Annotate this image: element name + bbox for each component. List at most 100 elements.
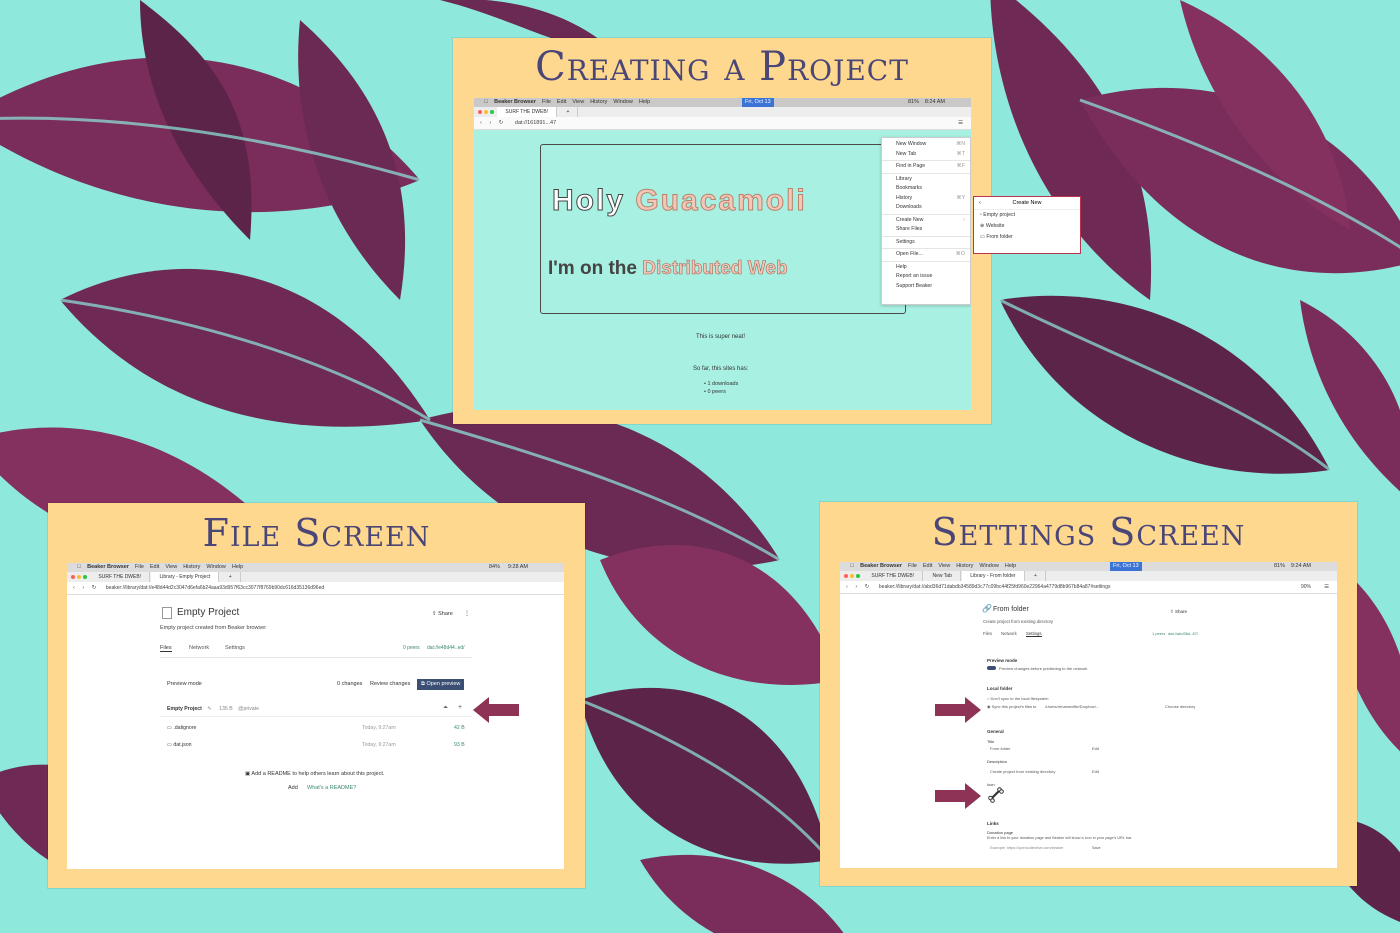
new-tab-button[interactable]: +: [1026, 571, 1046, 581]
open-preview-button[interactable]: ⧉ Open preview: [417, 679, 465, 690]
reload-icon[interactable]: ↻: [92, 585, 97, 591]
menu-item-create-new[interactable]: Create New ›: [882, 216, 970, 226]
share-button[interactable]: ⇪ Share: [1170, 609, 1187, 615]
forward-icon[interactable]: ›: [82, 585, 84, 591]
title-edit[interactable]: Edit: [1092, 746, 1099, 751]
dat-link[interactable]: dat://abd36d..87/: [1168, 631, 1198, 636]
tab-library[interactable]: Library - Empty Project: [151, 572, 220, 582]
review-changes-button[interactable]: Review changes: [370, 681, 410, 687]
menu-history[interactable]: History: [590, 99, 607, 105]
super-neat-text: This is super neat!: [696, 334, 746, 340]
donation-save[interactable]: Save: [1092, 846, 1101, 850]
tab-files[interactable]: Files: [160, 645, 172, 652]
peers-count: 0 peers: [403, 645, 420, 651]
panel-title: Creating a Project: [535, 44, 909, 90]
donation-input[interactable]: Example: https://opencollective.com/beak…: [990, 846, 1063, 850]
menu-icon[interactable]: ☰: [1324, 581, 1329, 593]
tab-new[interactable]: New Tab: [924, 571, 961, 581]
new-tab-button[interactable]: +: [221, 572, 241, 582]
headline-line1: Holy Guacamoli: [551, 184, 807, 218]
local-opt2[interactable]: ◉ Sync this project's files to: [987, 704, 1036, 709]
file-row-datignore[interactable]: ▭ .datignore Today, 9:27am 42 B: [167, 725, 467, 731]
url-bar[interactable]: ‹ › ↻ beaker://library/dat://e48d44d2c30…: [67, 582, 564, 595]
menu-item-history[interactable]: History ⌘Y: [882, 194, 970, 204]
tab-network[interactable]: Network: [1001, 631, 1017, 636]
tab-surf[interactable]: SURF THE DWEB!: [497, 107, 558, 117]
menu-item-downloads[interactable]: Downloads: [882, 203, 970, 213]
url-text[interactable]: beaker://library/dat://abd36d71dabdb3458…: [879, 584, 1111, 590]
local-opt1[interactable]: ○ Don't sync to the local filesystem: [987, 696, 1048, 701]
mac-menu-bar: Beaker BrowserFileEditViewHistoryWindow…: [840, 562, 1337, 571]
menu-icon[interactable]: ☰: [958, 117, 963, 129]
donation-label: Donation page: [987, 830, 1014, 835]
tab-surf[interactable]: SURF THE DWEB!: [90, 572, 151, 582]
app-name: Beaker Browser: [490, 99, 536, 105]
folder-row: Empty Project ✎ 135 B @private: [167, 706, 260, 712]
menu-item-new-tab[interactable]: New Tab ⌘T: [882, 150, 970, 160]
panel-file-screen: File Screen Beaker BrowserFileEditViewH…: [48, 503, 585, 888]
submenu-empty-project[interactable]: ▫ Empty project: [980, 210, 1080, 221]
submenu-from-folder[interactable]: ▭ From folder: [980, 232, 1080, 243]
so-far-text: So far, this sites has:: [693, 366, 749, 372]
menu-edit[interactable]: Edit: [557, 99, 566, 105]
reload-icon[interactable]: ↻: [499, 120, 504, 126]
whats-readme-link[interactable]: What's a README?: [307, 785, 356, 791]
menu-item-report-an-issue[interactable]: Report an issue: [882, 272, 970, 282]
forward-icon[interactable]: ›: [489, 120, 491, 126]
title-label: Title: [987, 739, 995, 744]
menu-item-settings[interactable]: Settings: [882, 238, 970, 248]
website-icon: ⊕: [980, 223, 985, 229]
dat-link[interactable]: dat://e48d44..ed/: [427, 645, 465, 651]
back-icon[interactable]: ‹: [73, 585, 75, 591]
edit-icon: ✎: [207, 706, 212, 712]
zoom-level[interactable]: 90%: [1301, 581, 1311, 593]
menu-item-help[interactable]: Help: [882, 263, 970, 273]
more-icon[interactable]: ⋮: [464, 610, 470, 617]
reload-icon[interactable]: ↻: [865, 584, 870, 590]
tab-settings[interactable]: Settings: [225, 645, 245, 651]
menu-item-share-files[interactable]: Share Files: [882, 225, 970, 235]
menu-item-support-beaker[interactable]: Support Beaker: [882, 282, 970, 292]
preview-toggle[interactable]: [987, 666, 996, 670]
local-path: /Users/renamedfile/Dropbox/...: [1045, 704, 1100, 709]
upload-icon[interactable]: ⏶: [443, 705, 448, 712]
tab-library[interactable]: Library - From folder: [962, 571, 1025, 581]
tab-surf[interactable]: SURF THE DWEB!: [863, 571, 924, 581]
tab-network[interactable]: Network: [189, 645, 209, 651]
url-text[interactable]: dat://161891...47: [515, 120, 556, 126]
menu-item-new-window[interactable]: New Window ⌘N: [882, 140, 970, 150]
headline-box: [540, 144, 906, 314]
menu-window[interactable]: Window: [613, 99, 633, 105]
page-icon: [162, 607, 172, 619]
menu-item-find-in-page[interactable]: Find in Page ⌘F: [882, 162, 970, 172]
url-bar[interactable]: ‹ › ↻ dat://161891...47 ☰: [474, 117, 971, 130]
project-title: Empty Project: [177, 607, 240, 618]
file-row-datjson[interactable]: ▭ dat.json Today, 9:27am 93 B: [167, 742, 467, 748]
mac-menu-bar: Beaker BrowserFileEditViewHistoryWindow…: [474, 98, 971, 107]
menu-item-library[interactable]: Library: [882, 175, 970, 185]
back-icon[interactable]: ‹: [480, 120, 482, 126]
url-bar[interactable]: ‹ › ↻ beaker://library/dat://abd36d71dab…: [840, 581, 1337, 594]
url-text[interactable]: beaker://library/dat://e48d44d2c3047d6ef…: [106, 585, 324, 591]
tab-files[interactable]: Files: [983, 631, 992, 636]
share-button[interactable]: ⇪ Share: [432, 611, 453, 617]
choose-directory-button[interactable]: Choose directory: [1165, 704, 1195, 709]
add-icon[interactable]: +: [458, 704, 462, 711]
bone-icon[interactable]: [988, 787, 1004, 803]
menu-help[interactable]: Help: [639, 99, 650, 105]
forward-icon[interactable]: ›: [855, 584, 857, 590]
tab-bar: SURF THE DWEB! +: [474, 107, 971, 117]
menu-file[interactable]: File: [542, 99, 551, 105]
description-edit[interactable]: Edit: [1092, 769, 1099, 774]
create-new-submenu: ‹ Create New ▫ Empty project ⊕ Website ▭…: [973, 196, 1081, 254]
add-readme-button[interactable]: Add: [288, 785, 298, 791]
panel-title: Settings Screen: [931, 510, 1246, 554]
submenu-website[interactable]: ⊕ Website: [980, 221, 1080, 232]
back-icon[interactable]: ‹: [846, 584, 848, 590]
new-tab-button[interactable]: +: [558, 107, 579, 117]
preview-text: Preview changes before publishing to the…: [999, 666, 1088, 671]
menu-item-bookmarks[interactable]: Bookmarks: [882, 184, 970, 194]
menu-item-open-file[interactable]: Open File... ⌘O: [882, 250, 970, 260]
tab-settings[interactable]: Settings: [1026, 631, 1042, 637]
menu-view[interactable]: View: [572, 99, 584, 105]
